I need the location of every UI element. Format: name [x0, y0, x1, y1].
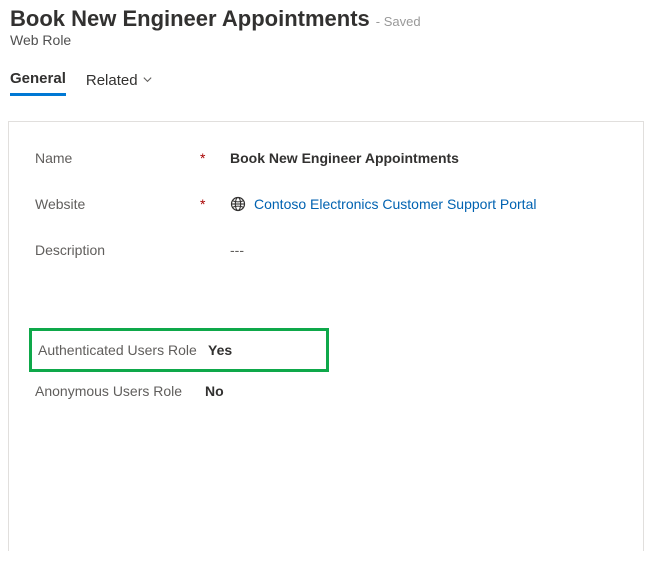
field-auth-label: Authenticated Users Role — [38, 341, 208, 359]
field-anonymous-users-role[interactable]: Anonymous Users Role No — [29, 372, 329, 410]
field-name-value: Book New Engineer Appointments — [230, 150, 459, 166]
tab-related[interactable]: Related — [86, 70, 153, 96]
role-flags-section: Authenticated Users Role Yes Anonymous U… — [35, 328, 617, 410]
form-panel: Name * Book New Engineer Appointments We… — [8, 121, 644, 551]
field-website-value: Contoso Electronics Customer Support Por… — [230, 196, 536, 212]
tab-bar: General Related — [0, 52, 652, 97]
tab-general-label: General — [10, 70, 66, 87]
field-anon-label: Anonymous Users Role — [35, 382, 205, 400]
globe-icon — [230, 196, 246, 212]
field-website-link[interactable]: Contoso Electronics Customer Support Por… — [254, 196, 536, 212]
field-auth-value: Yes — [208, 342, 232, 358]
field-description[interactable]: Description --- — [35, 242, 617, 258]
field-name-label: Name — [35, 150, 200, 166]
page-title: Book New Engineer Appointments — [10, 6, 370, 32]
chevron-down-icon — [142, 72, 153, 89]
required-mark: * — [200, 150, 230, 166]
tab-related-label: Related — [86, 72, 138, 89]
field-description-label: Description — [35, 242, 200, 258]
tab-general[interactable]: General — [10, 70, 66, 96]
field-description-value: --- — [230, 242, 244, 258]
save-status: - Saved — [376, 14, 421, 29]
field-name[interactable]: Name * Book New Engineer Appointments — [35, 150, 617, 166]
field-website[interactable]: Website * Contoso Electronics Customer S… — [35, 196, 617, 212]
field-authenticated-users-role[interactable]: Authenticated Users Role Yes — [29, 328, 329, 372]
page-header: Book New Engineer Appointments - Saved W… — [0, 0, 652, 52]
required-mark: * — [200, 196, 230, 212]
field-website-label: Website — [35, 196, 200, 212]
field-anon-value: No — [205, 383, 224, 399]
entity-type: Web Role — [10, 32, 642, 48]
